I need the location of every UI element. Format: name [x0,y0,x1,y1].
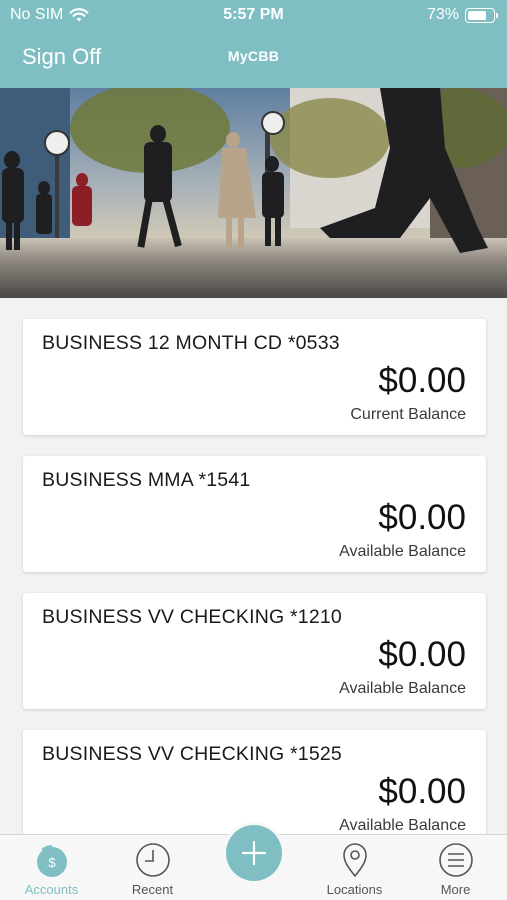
tab-accounts[interactable]: $ Accounts [1,835,102,900]
tab-locations[interactable]: Locations [304,835,405,900]
tab-bar: $ Accounts Recent Locations More [0,825,507,900]
account-balance: $0.00 [378,772,466,811]
account-card[interactable]: BUSINESS VV CHECKING *1525 $0.00 Availab… [23,730,486,834]
clock-icon [135,843,170,877]
tab-label: Accounts [24,882,79,897]
nav-bar: Sign Off MyCBB [0,30,507,88]
plus-icon [241,840,267,866]
tab-more[interactable]: More [405,835,506,900]
account-name: BUSINESS 12 MONTH CD *0533 [42,332,340,354]
tab-recent[interactable]: Recent [102,835,203,900]
add-button[interactable] [226,825,282,881]
tab-label: Recent [131,882,174,897]
menu-icon [438,843,473,877]
account-name: BUSINESS MMA *1541 [42,469,251,491]
status-bar: No SIM 5:57 PM 73% [0,0,507,30]
status-right: 73% [426,6,498,24]
app-title: MyCBB [227,48,280,64]
account-balance-label: Available Balance [339,680,466,697]
account-card[interactable]: BUSINESS MMA *1541 $0.00 Available Balan… [23,456,486,572]
svg-text:$: $ [48,855,56,870]
account-balance-label: Available Balance [339,817,466,834]
battery-fill [468,10,486,20]
map-pin-icon [342,843,367,878]
battery-icon [465,7,498,23]
account-card[interactable]: BUSINESS VV CHECKING *1210 $0.00 Availab… [23,593,486,709]
battery-percent: 73% [426,6,459,23]
account-balance: $0.00 [378,498,466,537]
hero-image [0,88,507,298]
account-balance-label: Available Balance [339,543,466,560]
account-name: BUSINESS VV CHECKING *1525 [42,743,342,765]
account-balance: $0.00 [378,361,466,400]
account-balance: $0.00 [378,635,466,674]
accounts-list: BUSINESS 12 MONTH CD *0533 $0.00 Current… [0,298,507,834]
tab-label: More [440,882,471,897]
account-card[interactable]: BUSINESS 12 MONTH CD *0533 $0.00 Current… [23,319,486,435]
account-name: BUSINESS VV CHECKING *1210 [42,606,342,628]
hero-illustration [0,88,507,298]
tab-label: Locations [326,882,383,897]
dollar-coin-icon: $ [36,845,67,877]
account-balance-label: Current Balance [350,406,466,423]
